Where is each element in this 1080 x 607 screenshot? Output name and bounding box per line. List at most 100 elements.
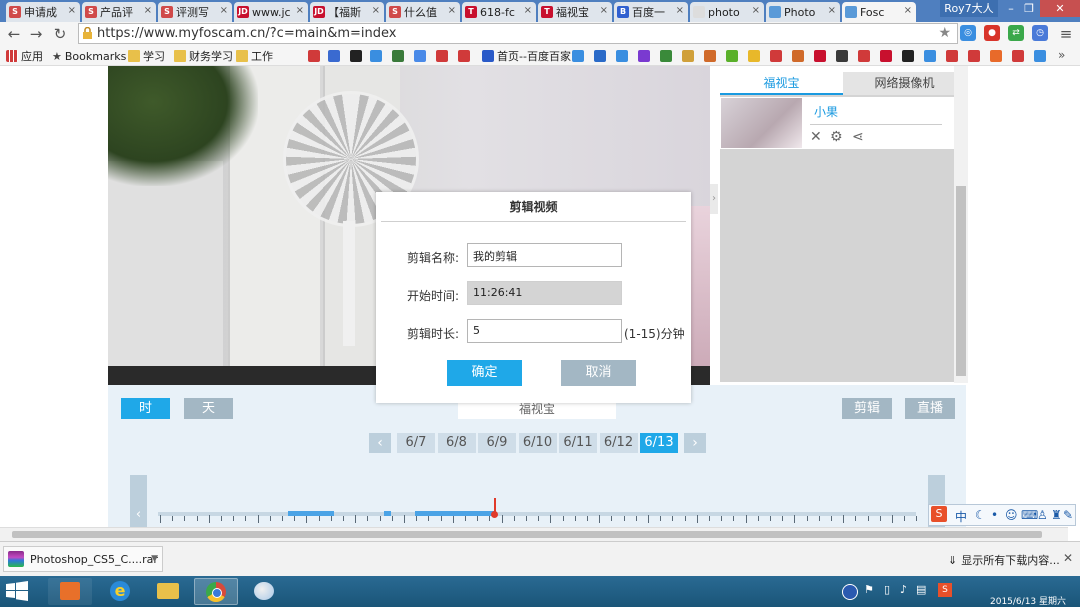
paint-icon[interactable] [242, 578, 286, 605]
volume-icon[interactable]: ♪ [900, 583, 907, 596]
browser-tab[interactable]: JD www.jc × [234, 2, 308, 22]
recording-segment[interactable] [288, 511, 334, 516]
bookmark-icon-a[interactable] [308, 50, 320, 62]
date-pill[interactable]: 6/10 [518, 433, 557, 453]
extension-icon-2[interactable]: ● [984, 25, 1000, 41]
network-globe-icon[interactable] [842, 584, 858, 600]
browser-tab[interactable]: B 百度一 × [614, 2, 688, 22]
bookmark-icon-d[interactable] [370, 50, 382, 62]
horizontal-scrollbar-thumb[interactable] [12, 531, 1042, 538]
tab-close-icon[interactable]: × [600, 5, 608, 16]
bookmark-icon-h[interactable] [458, 50, 470, 62]
recording-segment[interactable] [384, 511, 391, 516]
date-pill[interactable]: 6/11 [559, 433, 597, 453]
next-date-arrow[interactable]: › [684, 433, 706, 453]
user-icon[interactable]: ♙ [1037, 508, 1048, 522]
bookmark-star-icon[interactable]: ★ [938, 25, 951, 41]
gear-icon[interactable]: ⚙ [830, 129, 843, 145]
address-bar[interactable]: https://www.myfoscam.cn/?c=main&m=index … [78, 23, 958, 44]
horizontal-scrollbar[interactable] [0, 527, 1068, 541]
tab-close-icon[interactable]: × [524, 5, 532, 16]
date-pill[interactable]: 6/9 [478, 433, 516, 453]
bookmark-icon-b[interactable] [328, 50, 340, 62]
browser-tab[interactable]: T 福视宝 × [538, 2, 612, 22]
tab-close-icon[interactable]: × [144, 5, 152, 16]
more-bookmarks-icon[interactable]: » [1058, 48, 1065, 62]
bookmark-icon-r[interactable] [770, 50, 782, 62]
bookmark-icon-u[interactable] [836, 50, 848, 62]
bookmark-icon-z[interactable] [946, 50, 958, 62]
bookmark-icon-j[interactable] [594, 50, 606, 62]
vertical-scrollbar[interactable] [954, 66, 968, 383]
close-window-button[interactable]: ✕ [1040, 0, 1080, 17]
collapse-panel-handle[interactable]: › [710, 184, 718, 214]
date-pill[interactable]: 6/7 [397, 433, 435, 453]
recording-segment[interactable] [415, 511, 495, 516]
browser-tab[interactable]: Fosc × [842, 2, 916, 22]
restore-button[interactable]: ❐ [1016, 0, 1042, 17]
ime-toolbar[interactable]: S 中 ☾ • ☺ ⌨ ♙ ♜ ✎ [928, 504, 1076, 526]
bookmark-icon-y[interactable] [924, 50, 936, 62]
tab-foshibao[interactable]: 福视宝 [720, 72, 843, 95]
date-pill[interactable]: 6/13 [640, 433, 678, 453]
confirm-button[interactable]: 确定 [447, 360, 522, 386]
bookmark-apps[interactable]: 应用 [6, 48, 43, 64]
browser-tab[interactable]: S 什么值 × [386, 2, 460, 22]
camera-thumbnail[interactable] [721, 98, 802, 148]
bookmark-icon-i[interactable] [572, 50, 584, 62]
date-pill[interactable]: 6/8 [437, 433, 476, 453]
outlook-icon[interactable] [48, 578, 92, 605]
battery-icon[interactable]: ▯ [884, 583, 890, 596]
extension-icon-4[interactable]: ◷ [1032, 25, 1048, 41]
browser-tab[interactable]: photo × [690, 2, 764, 22]
bookmark-icon-e[interactable] [392, 50, 404, 62]
bookmark-icon-q[interactable] [748, 50, 760, 62]
chevron-down-icon[interactable]: ▼ [151, 554, 158, 564]
bookmark-icon-l[interactable] [638, 50, 650, 62]
close-download-bar[interactable]: ✕ [1063, 551, 1073, 565]
day-view-button[interactable]: 天 [184, 398, 233, 419]
extension-icon-1[interactable]: ◎ [960, 25, 976, 41]
bookmark-icon-c[interactable] [350, 50, 362, 62]
bookmark-icon-n[interactable] [682, 50, 694, 62]
sogou-icon[interactable]: S [931, 506, 947, 522]
wrench-icon[interactable]: ✎ [1063, 508, 1073, 522]
reload-button[interactable]: ↻ [50, 24, 70, 44]
tab-close-icon[interactable]: × [904, 5, 912, 16]
sogou-tray-icon[interactable]: S [938, 583, 952, 597]
bookmark-icon-w[interactable] [880, 50, 892, 62]
keyboard-icon[interactable]: ⌨ [1021, 508, 1038, 522]
browser-tab[interactable]: S 产品评 × [82, 2, 156, 22]
forward-button[interactable]: → [26, 24, 46, 44]
timeline[interactable]: ‹ › [130, 475, 945, 527]
show-all-downloads[interactable]: ⇓ 显示所有下载内容... [948, 552, 1060, 568]
extension-icon-3[interactable]: ⇄ [1008, 25, 1024, 41]
timeline-left-arrow[interactable]: ‹ [130, 475, 147, 527]
action-center-icon[interactable]: ▤ [916, 583, 926, 596]
bookmark-icon-m[interactable] [660, 50, 672, 62]
download-item[interactable]: Photoshop_CS5_C....rar ▼ [3, 546, 163, 572]
clip-duration-input[interactable]: 5 [467, 319, 622, 343]
file-explorer-icon[interactable] [145, 578, 189, 605]
bookmark-icon-g[interactable] [436, 50, 448, 62]
clock-date[interactable]: 2015/6/13 星期六 [990, 594, 1066, 607]
shirt-icon[interactable]: ♜ [1051, 508, 1062, 522]
menu-icon[interactable]: ≡ [1056, 24, 1076, 44]
bookmark-icon-x[interactable] [902, 50, 914, 62]
tab-close-icon[interactable]: × [68, 5, 76, 16]
bookmark-folder-2[interactable]: 财务学习 [174, 48, 233, 64]
browser-tab[interactable]: T 618-fc × [462, 2, 536, 22]
browser-tab[interactable]: JD 【福斯 × [310, 2, 384, 22]
tab-close-icon[interactable]: × [448, 5, 456, 16]
tab-close-icon[interactable]: × [372, 5, 380, 16]
smile-icon[interactable]: ☺ [1005, 508, 1018, 522]
internet-explorer-icon[interactable]: e [98, 578, 142, 605]
browser-tab[interactable]: S 评测写 × [158, 2, 232, 22]
hour-view-button[interactable]: 时 [121, 398, 170, 419]
bookmark-icon-f[interactable] [414, 50, 426, 62]
clip-button[interactable]: 剪辑 [842, 398, 892, 419]
bookmark-icon-p[interactable] [726, 50, 738, 62]
camera-name[interactable]: 小果 [814, 103, 838, 120]
bookmark-icon-ab[interactable] [990, 50, 1002, 62]
bookmark-folder-1[interactable]: 学习 [128, 48, 165, 64]
